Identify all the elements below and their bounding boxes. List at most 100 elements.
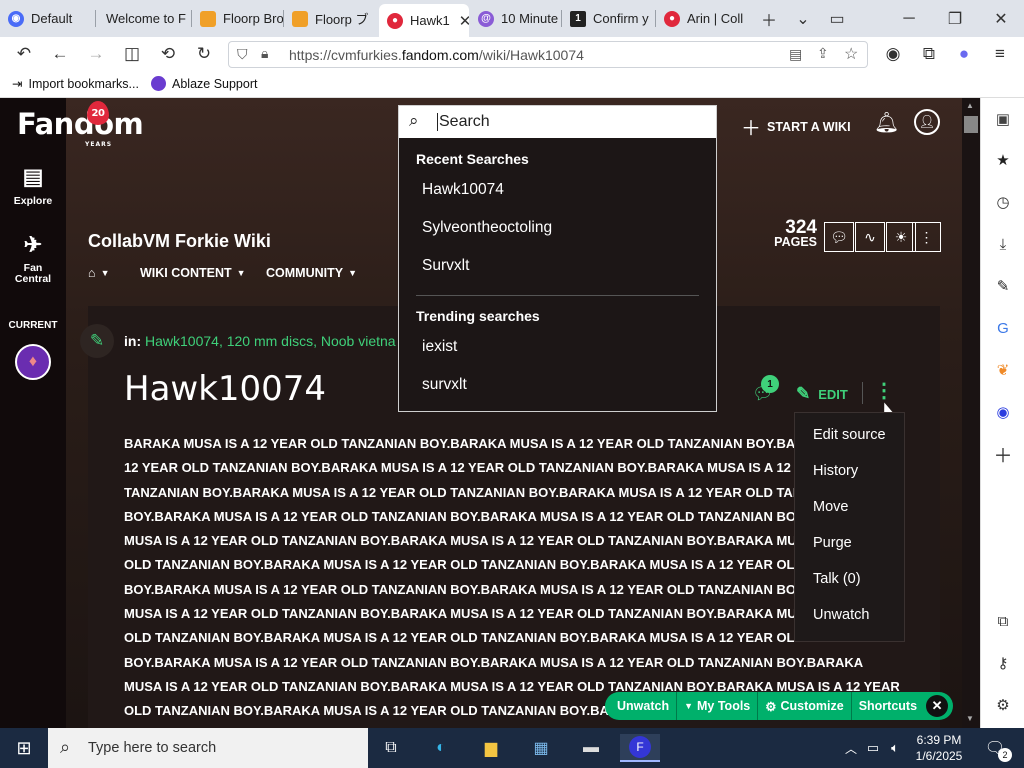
windows-start-icon[interactable]: ⊞ <box>9 734 39 762</box>
search-icon: ⌕ <box>60 737 71 757</box>
download-icon[interactable]: ⤓ <box>992 233 1014 255</box>
star-icon[interactable]: ★ <box>992 149 1014 171</box>
tab-10-minute[interactable]: @ 10 Minute <box>470 4 562 33</box>
trending-search-item[interactable]: survxlt <box>422 376 467 394</box>
extensions-icon[interactable]: ⧉ <box>918 43 940 65</box>
menu-item-purge[interactable]: Purge <box>813 535 852 551</box>
tab-default[interactable]: ◉ Default <box>0 4 96 33</box>
edge-icon[interactable]: ◐ <box>426 734 456 762</box>
explore-link[interactable]: ▤ Explore <box>0 164 66 207</box>
start-a-wiki-button[interactable]: ＋ START A WIKI <box>741 112 851 141</box>
url-bar[interactable]: ⛉ 🔒︎ https://cvmfurkies. fandom.com/wiki/… <box>228 41 868 68</box>
tab-manager-icon[interactable]: ▭ <box>826 8 848 30</box>
tab-confirm[interactable]: 1 Confirm y <box>562 4 656 33</box>
file-explorer-icon[interactable]: ▆ <box>476 734 506 762</box>
floorp-icon <box>292 10 308 27</box>
taskbar-search-input[interactable]: ⌕ Type here to search <box>48 728 368 768</box>
fan-central-link[interactable]: ✈ Fan Central <box>0 232 66 285</box>
tab-welcome[interactable]: Welcome to F <box>96 4 192 33</box>
unwatch-button[interactable]: Unwatch <box>605 692 678 720</box>
close-tab-icon[interactable]: ✕ <box>459 12 469 30</box>
fandom-logo[interactable]: Fandom 20 YEARS <box>17 101 144 148</box>
comment-count-badge: 1 <box>761 375 779 393</box>
chevron-down-icon[interactable]: ⌄ <box>792 8 814 30</box>
discuss-icon[interactable]: 💬︎ <box>824 222 854 252</box>
add-panel-icon[interactable]: ＋ <box>992 443 1014 467</box>
sidebar-toggle-icon[interactable]: ◫ <box>121 43 143 65</box>
menu-icon[interactable]: ≡ <box>989 43 1011 65</box>
body-line: BOY.BARAKA MUSA IS A 12 YEAR OLD TANZANI… <box>124 654 864 670</box>
fandom-left-rail: ▤ Explore ✈ Fan Central CURRENT ♦ <box>0 98 66 728</box>
current-wiki-avatar[interactable]: ♦ <box>15 344 51 380</box>
account-icon[interactable]: ◉ <box>882 43 904 65</box>
profile-icon[interactable]: ● <box>953 43 975 65</box>
customize-button[interactable]: ⚙ Customize <box>758 692 852 720</box>
bookmark-ablaze-support[interactable]: Ablaze Support <box>151 76 257 91</box>
clock[interactable]: 6:39 PM 1/6/2025 <box>912 732 966 764</box>
new-tab-icon[interactable]: ＋ <box>758 8 780 30</box>
scroll-thumb[interactable] <box>964 116 978 133</box>
recent-search-item[interactable]: Hawk10074 <box>422 181 504 199</box>
pencil-icon[interactable]: ✎ <box>80 324 114 358</box>
settings-icon[interactable]: ⚙ <box>992 694 1014 716</box>
leaf-icon[interactable]: ❦ <box>992 359 1014 381</box>
reload-icon[interactable]: ↻ <box>193 43 215 65</box>
wiki-title[interactable]: CollabVM Forkie Wiki <box>88 231 271 252</box>
pen-icon[interactable]: ✎ <box>992 275 1014 297</box>
volume-icon[interactable]: 🔈︎ <box>880 734 910 762</box>
back-icon[interactable]: ← <box>49 43 71 65</box>
tab-arin[interactable]: ● Arin | Coll <box>656 4 750 33</box>
scroll-down-icon[interactable]: ▼ <box>966 714 974 723</box>
menu-item-unwatch[interactable]: Unwatch <box>813 607 869 623</box>
translate-icon[interactable]: G <box>992 317 1014 339</box>
floorp-taskbar-icon[interactable]: F <box>620 734 660 762</box>
my-tools-button[interactable]: ▼ My Tools <box>677 692 759 720</box>
lock-icon[interactable]: 🔒︎ <box>261 45 268 62</box>
sync-icon[interactable]: ⟲ <box>157 43 179 65</box>
category-links[interactable]: Hawk10074, 120 mm discs, Noob vietna <box>145 333 396 349</box>
menu-item-talk[interactable]: Talk (0) <box>813 571 861 587</box>
recent-search-item[interactable]: Sylveontheoctoling <box>422 219 552 237</box>
plus-icon: ＋ <box>741 118 761 140</box>
page-scrollbar[interactable]: ▲ ▼ <box>962 98 980 728</box>
scroll-up-icon[interactable]: ▲ <box>966 101 974 110</box>
puzzle-icon[interactable]: ⧉ <box>992 610 1014 632</box>
menu-item-history[interactable]: History <box>813 463 858 479</box>
bookmarks-bar: ⇥ Import bookmarks... Ablaze Support <box>0 71 1024 98</box>
trending-search-item[interactable]: iexist <box>422 338 457 356</box>
user-icon[interactable]: 👤︎ <box>914 109 940 135</box>
search-input[interactable]: ⌕ Search <box>399 106 716 138</box>
forward-icon[interactable]: → <box>85 43 107 65</box>
close-toolbar-icon[interactable]: ✕ <box>926 695 949 717</box>
more-tools-icon[interactable]: ⋮ <box>912 222 941 252</box>
tab-floorp-jp[interactable]: Floorp ブ <box>284 4 378 33</box>
share-icon[interactable]: ⇪ <box>817 45 829 62</box>
tab-floorp-browser[interactable]: Floorp Bro <box>192 4 284 33</box>
tab-hawk-active[interactable]: ● Hawk1 ✕ <box>379 4 469 37</box>
bell-icon[interactable]: 🔔︎ <box>874 110 899 135</box>
bookmark-folder-icon[interactable]: ▣ <box>992 108 1014 130</box>
recent-search-item[interactable]: Survxlt <box>422 257 469 275</box>
close-window-icon[interactable]: ✕ <box>990 8 1012 30</box>
wiki-content-menu[interactable]: WIKI CONTENT ▼ <box>140 266 246 280</box>
menu-item-edit-source[interactable]: Edit source <box>813 427 886 443</box>
minimize-icon[interactable]: ─ <box>898 8 920 30</box>
task-view-icon[interactable]: ⧉ <box>376 734 406 762</box>
edit-button[interactable]: ✎ EDIT <box>796 384 848 404</box>
app-icon[interactable]: ▬ <box>576 734 606 762</box>
menu-item-move[interactable]: Move <box>813 499 848 515</box>
bookmark-star-icon[interactable]: ☆ <box>844 44 858 64</box>
shield-icon[interactable]: ⛉ <box>237 46 248 63</box>
restore-icon[interactable]: ❐ <box>944 8 966 30</box>
history-icon[interactable]: ◷ <box>992 191 1014 213</box>
bookmark-import[interactable]: ⇥ Import bookmarks... <box>12 76 139 92</box>
activity-icon[interactable]: ∿ <box>855 222 885 252</box>
community-menu[interactable]: COMMUNITY ▼ <box>266 266 357 280</box>
app-icon[interactable]: ▦ <box>526 734 556 762</box>
key-icon[interactable]: ⚷ <box>992 652 1014 674</box>
wiki-home-menu[interactable]: ⌂ ▼ <box>88 266 109 280</box>
shortcuts-button[interactable]: Shortcuts <box>852 692 924 720</box>
reader-icon[interactable]: ▤ <box>789 46 802 63</box>
ablaze-icon[interactable]: ◉ <box>992 401 1014 423</box>
undo-icon[interactable]: ↶ <box>13 43 35 65</box>
